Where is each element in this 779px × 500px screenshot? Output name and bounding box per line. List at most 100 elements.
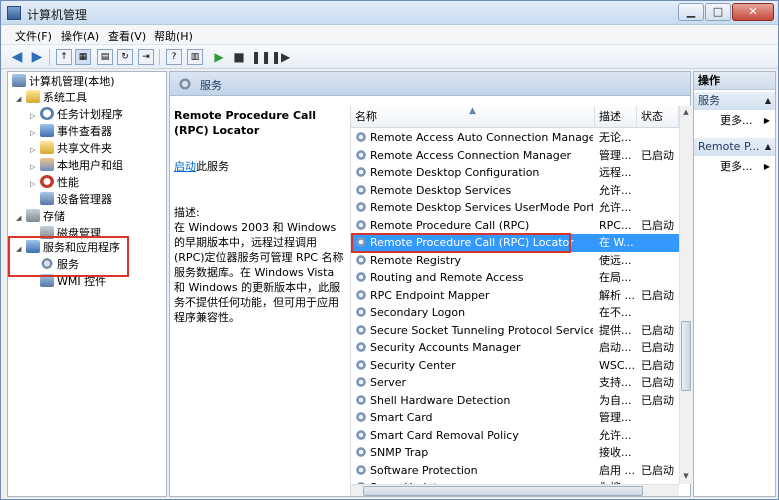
service-gear-icon (355, 183, 367, 196)
service-row[interactable]: Smart Card Removal Policy 允许... (351, 427, 679, 445)
service-gear-icon (355, 428, 367, 441)
service-row[interactable]: Remote Access Auto Connection Manager 无论.… (351, 129, 679, 147)
horizontal-scroll-thumb[interactable] (363, 486, 643, 496)
services-header: 服务 (170, 72, 690, 96)
sort-ascending-icon: ▲ (469, 106, 476, 116)
properties-icon[interactable]: ▤ (97, 49, 113, 65)
horizontal-scrollbar[interactable] (351, 484, 679, 496)
help-icon[interactable]: ? (166, 49, 182, 65)
tree-performance[interactable]: ▷ 性能 (30, 175, 79, 191)
service-row[interactable]: Routing and Remote Access 在局... (351, 269, 679, 287)
tree-system-tools[interactable]: ◢ 系统工具 (16, 90, 87, 106)
actions-more-services[interactable]: 更多... ▶ (694, 112, 775, 130)
computer-management-window: 计算机管理 ▁ □ ✕ 文件(F) 操作(A) 查看(V) 帮助(H) ◀ ▶ … (0, 0, 779, 500)
tools-icon (26, 90, 40, 103)
collapse-section-icon[interactable]: ▲ (765, 138, 771, 156)
start-service-link[interactable]: 启动 (174, 160, 196, 173)
menu-view[interactable]: 查看(V) (108, 28, 146, 44)
column-header-name[interactable]: ▲ 名称 (351, 106, 595, 128)
submenu-arrow-icon: ▶ (763, 162, 770, 171)
refresh-icon[interactable]: ↻ (117, 49, 133, 65)
service-gear-icon (355, 341, 367, 353)
actions-more-rpc-locator[interactable]: 更多... ▶ (694, 158, 775, 176)
tree-task-scheduler[interactable]: ▷ 任务计划程序 (30, 107, 123, 123)
service-row[interactable]: Remote Procedure Call (RPC) RPC... 已启动 (351, 217, 679, 235)
service-row[interactable]: Shell Hardware Detection 为自... 已启动 (351, 392, 679, 410)
expand-triangle-icon[interactable]: ▷ (30, 108, 40, 124)
collapse-section-icon[interactable]: ▲ (765, 92, 771, 110)
scroll-down-icon[interactable]: ▼ (681, 472, 691, 482)
start-service-icon[interactable]: ▶ (211, 49, 227, 65)
service-row[interactable]: Remote Desktop Services 允许... (351, 182, 679, 200)
console-tree: 计算机管理(本地) ◢ 系统工具 ▷ 任务计划程序 ▷ 事件查看器 ▷ 共享文件夹 ▷ 本… (7, 71, 167, 497)
scroll-up-icon[interactable]: ▲ (681, 108, 691, 118)
tree-computer-management[interactable]: 计算机管理(本地) (12, 74, 115, 90)
service-row[interactable]: Remote Desktop Configuration 远程... (351, 164, 679, 182)
service-row[interactable]: Secure Socket Tunneling Protocol Service… (351, 322, 679, 340)
vertical-scroll-thumb[interactable] (681, 321, 691, 391)
service-row[interactable]: Remote Desktop Services UserMode Port R.… (351, 199, 679, 217)
minimize-button[interactable]: ▁ (678, 3, 704, 21)
pause-service-icon[interactable]: ❚❚ (251, 49, 271, 65)
expand-triangle-icon[interactable]: ▷ (30, 125, 40, 141)
service-row[interactable]: Secondary Logon 在不... (351, 304, 679, 322)
service-row[interactable]: RPC Endpoint Mapper 解析 ... 已启动 (351, 287, 679, 305)
actions-section-rpc-locator[interactable]: Remote P... ▲ (694, 138, 775, 156)
service-gear-icon (355, 288, 367, 301)
tree-event-viewer[interactable]: ▷ 事件查看器 (30, 124, 112, 140)
column-header-status[interactable]: 状态 (637, 106, 679, 128)
service-row[interactable]: SNMP Trap 接收... (351, 444, 679, 462)
forward-icon[interactable]: ▶ (29, 49, 45, 65)
users-icon (40, 158, 54, 171)
tree-shared-folders[interactable]: ▷ 共享文件夹 (30, 141, 112, 157)
toolbar: ◀ ▶ ↑ ▦ ▤ ↻ ⇥ ? ▥ ▶ ■ ❚❚ ❚▶ (1, 45, 778, 69)
service-gear-icon (355, 323, 367, 336)
collapse-triangle-icon[interactable]: ◢ (16, 210, 26, 226)
vertical-scrollbar[interactable]: ▲ ▼ (679, 106, 691, 484)
tree-local-users[interactable]: ▷ 本地用户和组 (30, 158, 123, 174)
stop-service-icon[interactable]: ■ (231, 49, 247, 65)
service-row[interactable]: Remote Access Connection Manager 管理... 已启动 (351, 147, 679, 165)
restart-service-icon[interactable]: ❚▶ (271, 49, 290, 65)
service-gear-icon (355, 446, 367, 458)
service-gear-icon (355, 376, 367, 388)
expand-triangle-icon[interactable]: ▷ (30, 159, 40, 175)
back-icon[interactable]: ◀ (9, 49, 25, 65)
expand-triangle-icon[interactable]: ▷ (30, 176, 40, 192)
service-gear-icon (355, 131, 367, 143)
up-folder-icon[interactable]: ↑ (56, 49, 72, 65)
window-title: 计算机管理 (27, 8, 88, 22)
event-icon (40, 124, 54, 137)
column-header-description[interactable]: 描述 (595, 106, 637, 128)
service-row[interactable]: Software Protection 启用 ... 已启动 (351, 462, 679, 480)
maximize-button[interactable]: □ (705, 3, 731, 21)
highlight-box-tree (8, 236, 129, 277)
show-hide-tree-icon[interactable]: ▦ (75, 49, 91, 65)
tree-device-manager[interactable]: 设备管理器 (40, 192, 112, 208)
tree-storage[interactable]: ◢ 存储 (16, 209, 65, 225)
service-row[interactable]: Remote Registry 使远... (351, 252, 679, 270)
service-gear-icon (355, 218, 367, 231)
service-gear-icon (355, 166, 367, 178)
export-icon[interactable]: ⇥ (138, 49, 154, 65)
service-row[interactable]: Security Accounts Manager 启动... 已启动 (351, 339, 679, 357)
menu-file[interactable]: 文件(F) (15, 28, 52, 44)
service-gear-icon (355, 306, 367, 318)
close-button[interactable]: ✕ (732, 3, 774, 21)
service-row[interactable]: Smart Card 管理... (351, 409, 679, 427)
detail-service-name: Remote Procedure Call (RPC) Locator (174, 109, 316, 137)
service-row[interactable]: Server 支持... 已启动 (351, 374, 679, 392)
menu-action[interactable]: 操作(A) (61, 28, 99, 44)
gear-icon (178, 77, 192, 91)
highlight-box-selected-service (351, 233, 571, 253)
collapse-triangle-icon[interactable]: ◢ (16, 91, 26, 107)
submenu-arrow-icon: ▶ (763, 116, 770, 125)
expand-triangle-icon[interactable]: ▷ (30, 142, 40, 158)
show-action-pane-icon[interactable]: ▥ (187, 49, 203, 65)
performance-icon (40, 175, 54, 188)
actions-section-services[interactable]: 服务 ▲ (694, 92, 775, 110)
service-row[interactable]: Security Center WSC... 已启动 (351, 357, 679, 375)
title-bar: 计算机管理 ▁ □ ✕ (1, 1, 778, 25)
start-service-link-row: 启动此服务 (174, 160, 229, 173)
menu-help[interactable]: 帮助(H) (154, 28, 193, 44)
